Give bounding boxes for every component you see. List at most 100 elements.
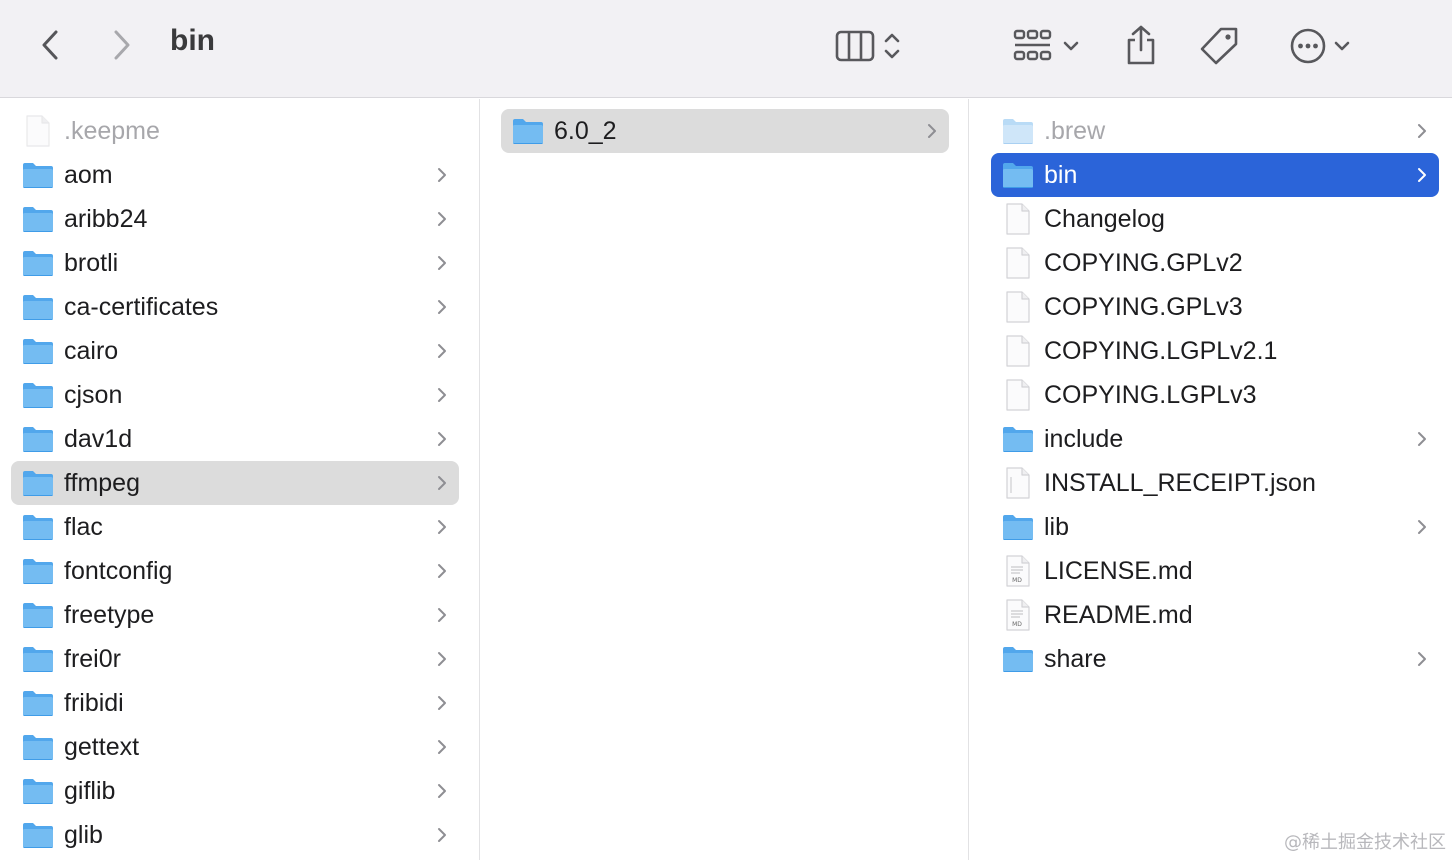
item-label: .brew [1044, 116, 1106, 145]
share-button[interactable] [1120, 22, 1162, 68]
list-item-gettext[interactable]: gettext [0, 725, 479, 769]
folder-icon [22, 379, 54, 411]
chevron-right-icon [432, 605, 452, 625]
list-item-copying-lgplv2-1[interactable]: COPYING.LGPLv2.1 [970, 329, 1452, 373]
list-item-readme-md[interactable]: MD README.md [970, 593, 1452, 637]
forward-button[interactable] [104, 26, 140, 64]
list-item-copying-gplv3[interactable]: COPYING.GPLv3 [970, 285, 1452, 329]
list-item-ffmpeg[interactable]: ffmpeg [0, 461, 479, 505]
folder-icon [22, 159, 54, 191]
markdown-file-icon: MD [1002, 555, 1034, 587]
list-item-lib[interactable]: lib [970, 505, 1452, 549]
list-item-copying-gplv2[interactable]: COPYING.GPLv2 [970, 241, 1452, 285]
item-label: LICENSE.md [1044, 556, 1193, 585]
folder-icon [22, 423, 54, 455]
item-label: share [1044, 644, 1107, 673]
item-label: dav1d [64, 424, 133, 453]
list-item-bin[interactable]: bin [970, 153, 1452, 197]
chevron-right-icon [432, 825, 452, 845]
chevron-right-icon [432, 561, 452, 581]
list-item-cjson[interactable]: cjson [0, 373, 479, 417]
list-item-flac[interactable]: flac [0, 505, 479, 549]
json-file-icon [1002, 467, 1034, 499]
chevron-right-icon [1412, 121, 1432, 141]
item-label: include [1044, 424, 1124, 453]
toolbar: bin [0, 0, 1452, 98]
back-button[interactable] [32, 26, 68, 64]
list-item-license-md[interactable]: MD LICENSE.md [970, 549, 1452, 593]
list-item-frei0r[interactable]: frei0r [0, 637, 479, 681]
item-label: aom [64, 160, 113, 189]
chevron-right-icon [432, 649, 452, 669]
list-item-dav1d[interactable]: dav1d [0, 417, 479, 461]
list-item-6-0-2[interactable]: 6.0_2 [481, 109, 968, 153]
group-button[interactable] [1006, 26, 1086, 66]
svg-text:MD: MD [1012, 577, 1022, 584]
chevron-right-icon [1412, 517, 1432, 537]
list-item-copying-lgplv3[interactable]: COPYING.LGPLv3 [970, 373, 1452, 417]
watermark: @稀土掘金技术社区 [1284, 832, 1446, 853]
list-item-changelog[interactable]: Changelog [970, 197, 1452, 241]
item-label: fribidi [64, 688, 124, 717]
folder-icon [22, 599, 54, 631]
document-icon [1002, 291, 1034, 323]
document-icon [1002, 247, 1034, 279]
list-item-freetype[interactable]: freetype [0, 593, 479, 637]
view-mode-button[interactable] [826, 26, 910, 66]
list-item-cairo[interactable]: cairo [0, 329, 479, 373]
folder-icon [22, 247, 54, 279]
folder-icon [1002, 643, 1034, 675]
list-item-fribidi[interactable]: fribidi [0, 681, 479, 725]
item-label: README.md [1044, 600, 1193, 629]
list-item-share[interactable]: share [970, 637, 1452, 681]
chevron-right-icon [432, 253, 452, 273]
chevron-right-icon [432, 297, 452, 317]
item-label: COPYING.GPLv3 [1044, 292, 1243, 321]
folder-icon [1002, 423, 1034, 455]
item-label: flac [64, 512, 103, 541]
list-item-giflib[interactable]: giflib [0, 769, 479, 813]
list-item-install-receipt-json[interactable]: INSTALL_RECEIPT.json [970, 461, 1452, 505]
folder-icon [22, 203, 54, 235]
list-item-ca-certificates[interactable]: ca-certificates [0, 285, 479, 329]
item-label: fontconfig [64, 556, 173, 585]
ellipsis-circle-icon [1289, 27, 1327, 65]
tag-button[interactable] [1196, 24, 1242, 68]
share-icon [1124, 24, 1158, 66]
list-item-include[interactable]: include [970, 417, 1452, 461]
list-item-brotli[interactable]: brotli [0, 241, 479, 285]
list-item-aom[interactable]: aom [0, 153, 479, 197]
svg-text:MD: MD [1012, 621, 1022, 628]
item-label: aribb24 [64, 204, 148, 233]
document-icon [1002, 335, 1034, 367]
document-icon [1002, 203, 1034, 235]
folder-icon [1002, 159, 1034, 191]
list-item-brew[interactable]: .brew [970, 109, 1452, 153]
item-label: Changelog [1044, 204, 1165, 233]
item-label: freetype [64, 600, 155, 629]
item-label: cairo [64, 336, 119, 365]
chevron-right-icon [432, 693, 452, 713]
document-icon [1002, 379, 1034, 411]
chevron-right-icon [922, 121, 942, 141]
chevron-right-icon [432, 165, 452, 185]
item-label: INSTALL_RECEIPT.json [1044, 468, 1316, 497]
item-label: gettext [64, 732, 140, 761]
list-item-glib[interactable]: glib [0, 813, 479, 857]
item-label: COPYING.GPLv2 [1044, 248, 1243, 277]
list-item-keepme[interactable]: .keepme [0, 109, 479, 153]
item-label: bin [1044, 160, 1078, 189]
item-label: COPYING.LGPLv2.1 [1044, 336, 1278, 365]
chevron-right-icon [432, 517, 452, 537]
list-item-fontconfig[interactable]: fontconfig [0, 549, 479, 593]
chevron-down-icon [1333, 40, 1351, 52]
chevron-right-icon [112, 29, 132, 61]
folder-icon [22, 731, 54, 763]
chevron-right-icon [1412, 649, 1432, 669]
column-1-list: .keepme aom aribb24 brotli ca-certificates ca… [0, 109, 479, 857]
folder-icon [22, 687, 54, 719]
list-item-aribb24[interactable]: aribb24 [0, 197, 479, 241]
item-label: frei0r [64, 644, 121, 673]
folder-icon [22, 291, 54, 323]
more-actions-button[interactable] [1282, 24, 1358, 68]
